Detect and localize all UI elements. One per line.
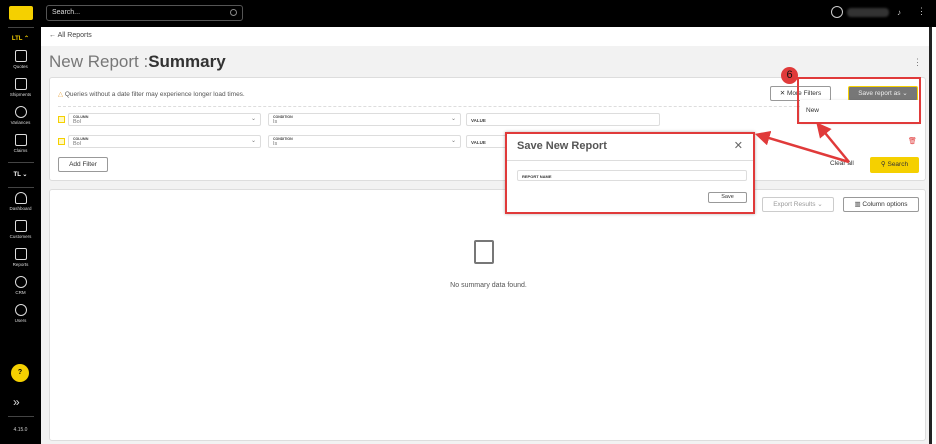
annotation-arrows [754,122,850,164]
